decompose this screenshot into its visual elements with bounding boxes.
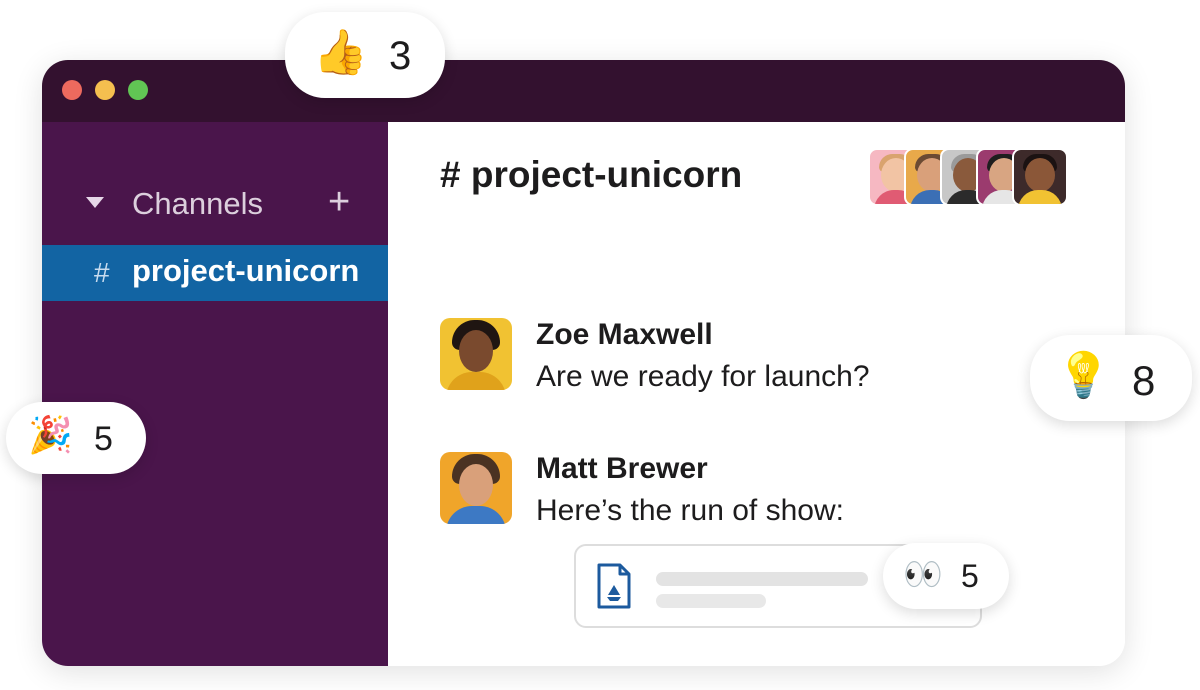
channel-view: # project-unicorn Zoe Maxwell Are we rea… [388,122,1125,666]
reaction-thumbs-up[interactable]: 👍 3 [285,12,445,98]
channel-title[interactable]: # project-unicorn [440,154,742,196]
reaction-count: 8 [1132,357,1156,404]
file-subtitle-placeholder [656,594,766,608]
reaction-count: 5 [961,558,979,594]
channels-section-header[interactable]: Channels + [82,181,362,224]
reaction-party-popper[interactable]: 🎉 5 [6,402,146,474]
reaction-count: 3 [389,34,412,78]
minimize-window-button[interactable] [95,80,115,100]
member-avatar [1012,148,1068,206]
hash-icon: # [94,257,110,288]
message-text: Are we ready for launch? [536,360,870,393]
channels-section-label: Channels [132,186,263,221]
google-drive-file-icon [597,563,631,609]
close-window-button[interactable] [62,80,82,100]
reaction-eyes[interactable]: 👀 5 [883,543,1009,609]
message-text: Here’s the run of show: [536,494,844,527]
avatar[interactable] [440,318,512,390]
caret-down-icon[interactable] [86,197,104,208]
channel-members[interactable] [868,148,1078,206]
thumbs-up-icon: 👍 [313,28,368,77]
message-item[interactable]: Zoe Maxwell Are we ready for launch? [440,318,1040,398]
message-sender[interactable]: Zoe Maxwell [536,318,713,352]
reaction-count: 5 [94,420,113,458]
sidebar: Channels + # project-unicorn [42,122,388,666]
eyes-icon: 👀 [903,556,943,592]
sidebar-item-project-unicorn[interactable]: # project-unicorn [42,245,388,301]
message-sender[interactable]: Matt Brewer [536,452,708,486]
light-bulb-icon: 💡 [1056,351,1111,400]
sidebar-item-label: project-unicorn [132,253,360,288]
party-popper-icon: 🎉 [28,414,73,455]
maximize-window-button[interactable] [128,80,148,100]
reaction-light-bulb[interactable]: 💡 8 [1030,335,1192,421]
add-channel-button[interactable]: + [328,180,350,224]
file-title-placeholder [656,572,868,586]
message-item[interactable]: Matt Brewer Here’s the run of show: [440,452,1040,532]
avatar[interactable] [440,452,512,524]
title-bar [42,60,1125,122]
